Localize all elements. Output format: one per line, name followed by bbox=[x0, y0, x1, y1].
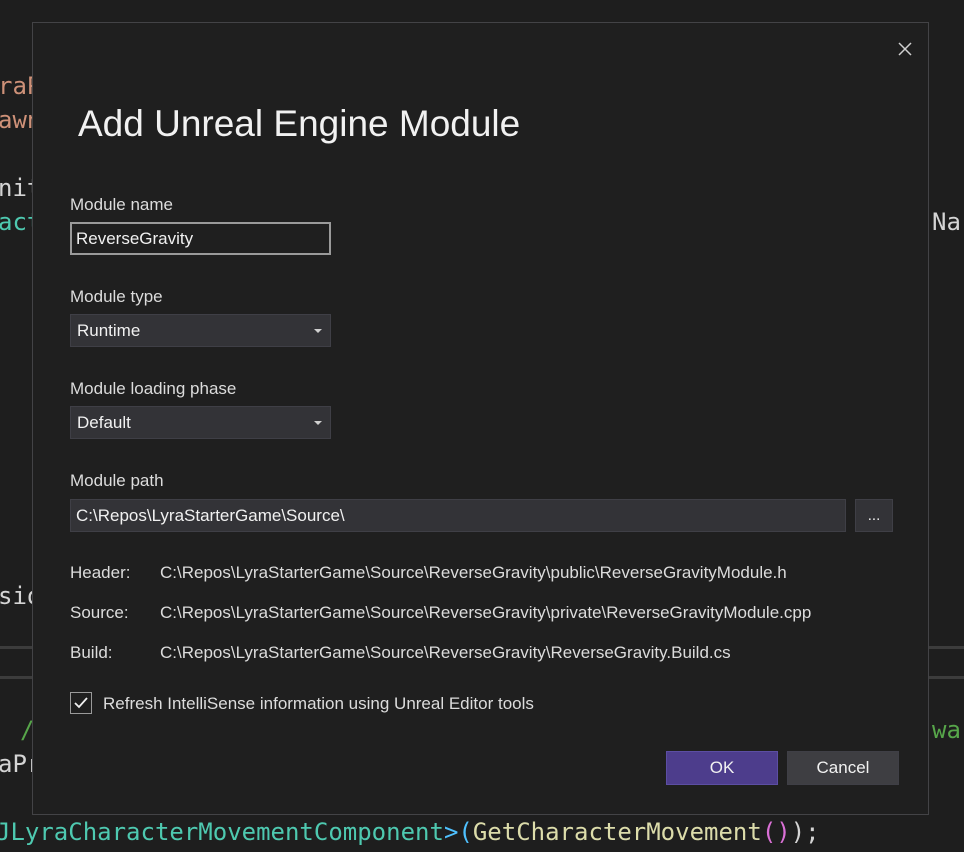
source-file-label: Source: bbox=[70, 603, 129, 622]
checkmark-icon bbox=[74, 697, 88, 709]
loading-phase-label: Module loading phase bbox=[70, 379, 237, 398]
code-paren-token: () bbox=[761, 818, 791, 846]
code-bracket-token: >( bbox=[443, 818, 473, 846]
close-button[interactable] bbox=[893, 37, 917, 61]
chevron-down-icon bbox=[314, 421, 322, 425]
module-name-input[interactable] bbox=[70, 222, 331, 255]
loading-phase-value: Default bbox=[77, 412, 131, 432]
module-path-label: Module path bbox=[70, 471, 164, 490]
refresh-intellisense-checkbox[interactable] bbox=[70, 692, 92, 714]
code-line: JLyraCharacterMovementComponent>(GetChar… bbox=[0, 820, 820, 844]
build-file-label: Build: bbox=[70, 643, 113, 662]
module-name-label: Module name bbox=[70, 195, 174, 214]
build-file-path: C:\Repos\LyraStarterGame\Source\ReverseG… bbox=[160, 643, 731, 662]
header-file-path: C:\Repos\LyraStarterGame\Source\ReverseG… bbox=[160, 563, 787, 582]
code-fragment: war bbox=[932, 716, 964, 744]
dialog-title: Add Unreal Engine Module bbox=[78, 103, 521, 144]
module-type-label: Module type bbox=[70, 287, 163, 306]
loading-phase-dropdown[interactable]: Default bbox=[70, 406, 331, 439]
module-type-value: Runtime bbox=[77, 320, 141, 340]
code-end-token: ); bbox=[790, 818, 820, 846]
header-file-label: Header: bbox=[70, 563, 131, 582]
module-type-dropdown[interactable]: Runtime bbox=[70, 314, 331, 347]
module-path-input[interactable] bbox=[70, 499, 846, 532]
add-module-dialog: Add Unreal Engine Module Module name Mod… bbox=[32, 22, 929, 815]
refresh-intellisense-label[interactable]: Refresh IntelliSense information using U… bbox=[103, 694, 534, 714]
browse-button[interactable]: ... bbox=[855, 499, 893, 532]
code-function-token: GetCharacterMovement bbox=[472, 818, 762, 846]
cancel-button[interactable]: Cancel bbox=[787, 751, 899, 785]
code-type-token: JLyraCharacterMovementComponent bbox=[0, 818, 444, 846]
source-file-path: C:\Repos\LyraStarterGame\Source\ReverseG… bbox=[160, 603, 812, 622]
close-icon bbox=[898, 42, 912, 56]
ok-button[interactable]: OK bbox=[666, 751, 778, 785]
code-fragment: Nar bbox=[932, 208, 964, 236]
chevron-down-icon bbox=[314, 329, 322, 333]
